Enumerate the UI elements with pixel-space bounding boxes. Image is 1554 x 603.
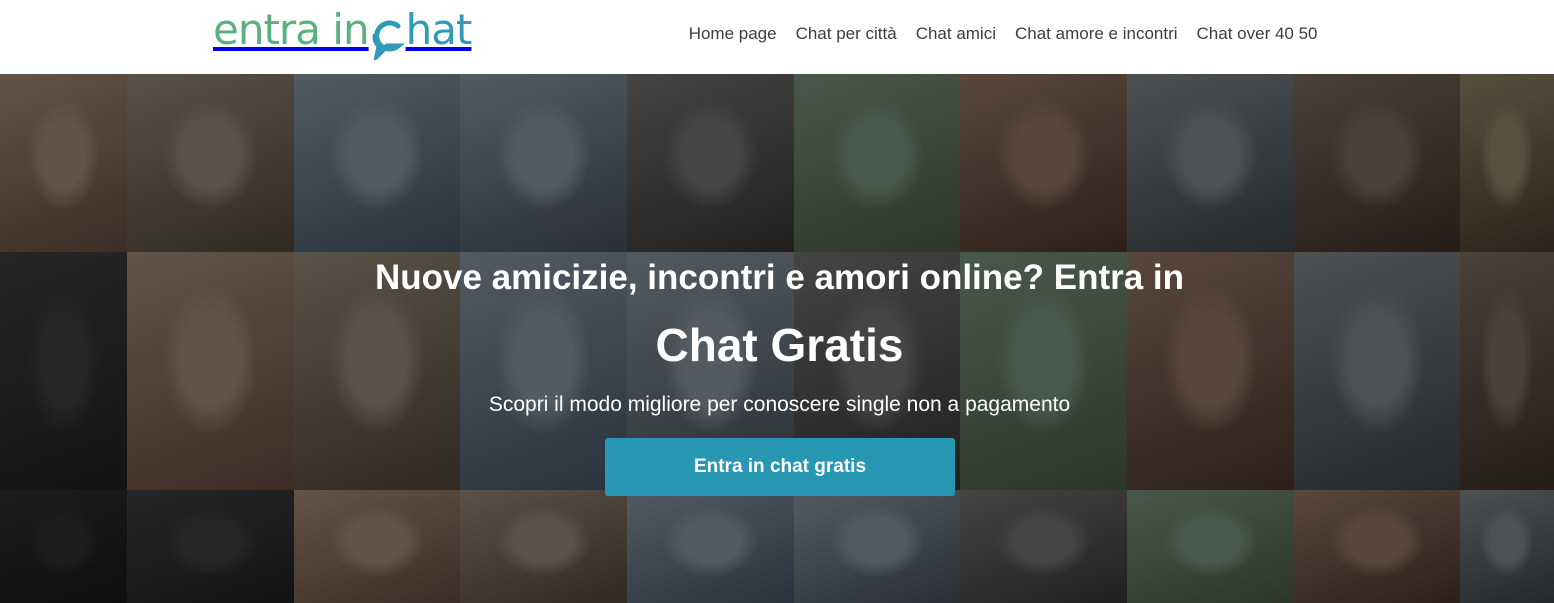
nav-item-chat-over-40-50[interactable]: Chat over 40 50 (1187, 22, 1327, 46)
hero-section: Nuove amicizie, incontri e amori online?… (0, 74, 1554, 603)
hero-title: Chat Gratis (655, 319, 904, 371)
hero-headline: Nuove amicizie, incontri e amori online?… (374, 258, 1185, 297)
chat-bubble-icon (372, 20, 405, 60)
site-header: entra in hat Home page Chat per città Ch… (0, 0, 1554, 74)
nav-item-home[interactable]: Home page (679, 22, 786, 46)
logo-text-hat: hat (405, 5, 473, 54)
enter-chat-button[interactable]: Entra in chat gratis (605, 438, 955, 496)
logo-text-entra-in: entra in (213, 5, 370, 54)
hero-subtitle: Scopri il modo migliore per conoscere si… (488, 393, 1071, 416)
hero-content: Nuove amicizie, incontri e amori online?… (0, 74, 1554, 603)
nav-item-chat-amore-incontri[interactable]: Chat amore e incontri (1006, 22, 1188, 46)
main-nav: Home page Chat per città Chat amici Chat… (679, 22, 1327, 46)
nav-item-chat-amici[interactable]: Chat amici (906, 22, 1005, 46)
site-logo[interactable]: entra in hat (213, 2, 473, 60)
nav-item-chat-per-citta[interactable]: Chat per città (786, 22, 906, 46)
